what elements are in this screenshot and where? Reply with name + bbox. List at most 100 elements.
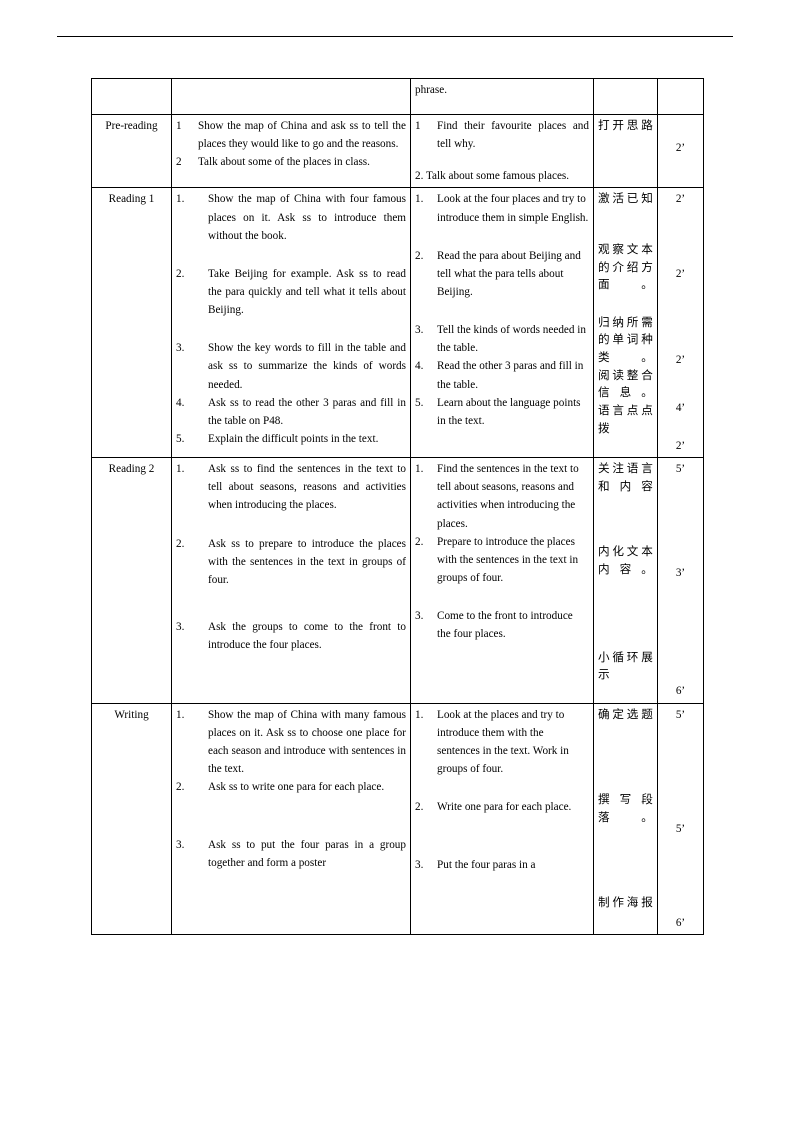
item-number: 5. (415, 396, 424, 409)
item-number: 4. (415, 360, 424, 373)
item-number: 2. (176, 537, 185, 550)
document-page: phrase. Pre-reading 1 Show the map of Ch… (0, 0, 794, 1123)
item-text: Show the key words to fill in the table … (208, 342, 406, 391)
time-value: 5’ (675, 822, 686, 835)
item-text: Ask ss to write one para for each place. (208, 781, 385, 794)
list-item: 3. Ask the groups to come to the front t… (176, 618, 406, 654)
item-number: 1. (176, 708, 185, 721)
item-text: Show the map of China with many famous p… (208, 708, 406, 775)
header-rule (57, 36, 733, 37)
intent-text: 归纳所需的单词种类。 (598, 314, 653, 365)
item-text: Look at the four places and try to intro… (437, 193, 589, 224)
list-item: 2. Write one para for each place. (415, 798, 589, 816)
item-text: Tell the kinds of words needed in the ta… (437, 324, 586, 355)
intent-text: 激活已知 (598, 191, 653, 206)
intent-text: 关注语言和内容 (598, 461, 653, 493)
cell-teacher-activity (171, 78, 411, 115)
cell-teacher-activity: 1 Show the map of China and ask ss to te… (171, 113, 411, 189)
item-text: Look at the places and try to introduce … (437, 708, 569, 775)
list-item: 5. Explain the difficult points in the t… (176, 430, 406, 448)
item-number: 2. (415, 801, 424, 814)
cell-student-activity: 1. Look at the places and try to introdu… (410, 702, 594, 935)
item-text: Ask ss to read the other 3 paras and fil… (208, 396, 406, 427)
list-item: 1. Ask ss to find the sentences in the t… (176, 460, 406, 514)
time-value: 4’ (675, 401, 686, 414)
list-item: 2. Ask ss to prepare to introduce the pl… (176, 535, 406, 589)
item-text: Prepare to introduce the places with the… (437, 535, 579, 584)
stage-label: Pre-reading (105, 120, 158, 132)
list-item: 3. Come to the front to introduce the fo… (415, 607, 589, 643)
table-row: Reading 2 1. Ask ss to find the sentence… (91, 457, 704, 704)
item-number: 1. (176, 463, 185, 476)
cell-design-intent (593, 78, 658, 115)
intent-text: 制作海报 (598, 895, 653, 910)
item-number: 3. (415, 324, 424, 337)
item-number: 1. (176, 193, 185, 206)
intent-text: 观察文本的介绍方面。 (598, 242, 653, 292)
cell-time (657, 78, 704, 115)
intent-text: 语言点点拨 (598, 402, 653, 435)
time-value: 2’ (675, 439, 686, 452)
time-value: 2’ (675, 142, 686, 154)
item-text: Ask ss to prepare to introduce the place… (208, 537, 406, 586)
list-item: 3. Show the key words to fill in the tab… (176, 339, 406, 393)
item-number: 2. (415, 170, 424, 183)
cell-teacher-activity: 1. Show the map of China with four famou… (171, 187, 411, 459)
list-item: 1. Show the map of China with four famou… (176, 190, 406, 244)
item-text: Put the four paras in a (437, 859, 536, 872)
time-value: 2’ (675, 353, 686, 366)
list-item: 2. Prepare to introduce the places with … (415, 533, 589, 587)
cell-time: 5’ 3’ 6’ (657, 457, 704, 704)
item-number: 1. (415, 193, 424, 206)
list-item: 1. Find the sentences in the text to tel… (415, 460, 589, 533)
item-number: 2. (176, 781, 185, 794)
table-row: Reading 1 1. Show the map of China with … (91, 187, 704, 459)
cell-student-activity: phrase. (410, 78, 594, 115)
cell-design-intent: 关注语言和内容 内化文本内容。 小循环展示 (593, 457, 658, 704)
item-text: Read the other 3 paras and fill in the t… (437, 360, 584, 391)
list-item: 2 Talk about some of the places in class… (176, 153, 406, 171)
cell-time: 2’ 2’ 2’ 4’ 2’ (657, 187, 704, 459)
list-item: 1. Look at the places and try to introdu… (415, 706, 589, 779)
intent-text: 小循环展示 (598, 649, 653, 682)
item-number: 3. (176, 620, 185, 633)
item-number: 3. (415, 610, 424, 623)
intent-text: 阅读整合信息。 (598, 367, 653, 400)
cell-stage (91, 78, 172, 115)
item-number: 3. (176, 839, 185, 852)
item-number: 3. (176, 342, 185, 355)
item-text: Take Beijing for example. Ask ss to read… (208, 267, 406, 317)
list-item: 1 Find their favourite places and tell w… (415, 117, 589, 153)
stage-label: Writing (114, 708, 149, 721)
item-number: 2. (415, 249, 424, 262)
stage-label: Reading 1 (108, 193, 155, 206)
cell-teacher-activity: 1. Ask ss to find the sentences in the t… (171, 457, 411, 704)
item-text: Ask ss to find the sentences in the text… (208, 463, 406, 512)
cell-student-activity: 1 Find their favourite places and tell w… (410, 113, 594, 189)
item-text: Write one para for each place. (437, 801, 572, 814)
item-text: Talk about some of the places in class. (198, 156, 370, 169)
